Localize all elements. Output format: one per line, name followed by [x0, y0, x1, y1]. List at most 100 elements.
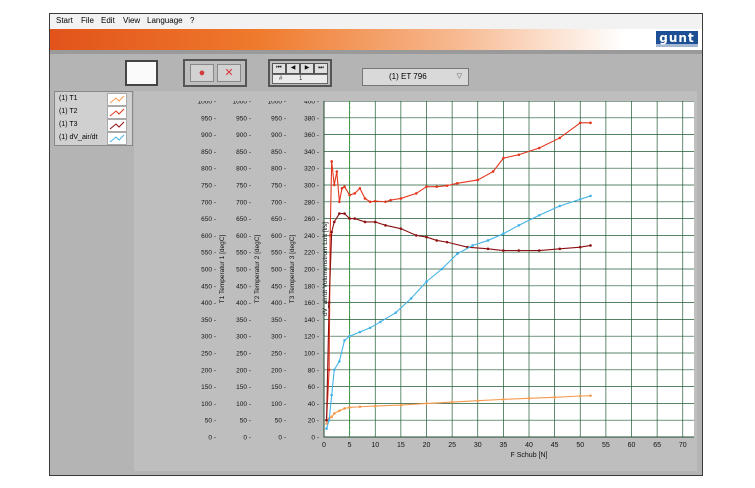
- data-point: [440, 267, 444, 271]
- data-point: [578, 197, 582, 201]
- next-icon: ▶: [304, 65, 310, 71]
- data-point: [399, 227, 403, 230]
- y-tick-label: 700 -: [271, 199, 286, 206]
- device-select[interactable]: (1) ET 796 ▽: [362, 68, 469, 86]
- data-point: [399, 197, 403, 200]
- legend-swatch-flow: [107, 132, 127, 145]
- last-record-button[interactable]: ⏭: [314, 63, 328, 74]
- record-hash-label: #: [279, 76, 283, 82]
- y-tick-label: 60 -: [308, 384, 319, 391]
- record-number: 1: [299, 76, 303, 82]
- y-tick-label: 0 -: [243, 435, 251, 442]
- legend-swatch-t3: [107, 119, 127, 132]
- next-record-button[interactable]: ▶: [300, 63, 314, 74]
- skip-first-icon: ⏮: [276, 65, 282, 71]
- legend-item-t1[interactable]: (1) T1: [59, 93, 131, 106]
- y-axis-label: T2 Temperatur 2 [degC]: [254, 235, 261, 304]
- y-tick-label: 100 -: [236, 401, 251, 408]
- menu-file[interactable]: File: [81, 16, 94, 25]
- y-tick-label: 300 -: [236, 334, 251, 341]
- y-tick-label: 600 -: [236, 233, 251, 240]
- menu-start[interactable]: Start: [56, 16, 73, 25]
- y-tick-label: 250 -: [201, 351, 216, 358]
- data-point: [491, 170, 495, 173]
- y-tick-label: 100 -: [201, 401, 216, 408]
- data-point: [338, 360, 341, 363]
- y-tick-label: 350 -: [236, 317, 251, 324]
- y-tick-label: 100 -: [271, 401, 286, 408]
- y-tick-label: 550 -: [236, 250, 251, 257]
- y-tick-label: 220 -: [304, 250, 319, 257]
- y-tick-label: 850 -: [201, 149, 216, 156]
- y-tick-label: 240 -: [304, 233, 319, 240]
- data-point: [340, 187, 344, 190]
- y-tick-label: 400 -: [236, 300, 251, 307]
- data-point: [327, 418, 331, 422]
- y-tick-label: 950 -: [236, 115, 251, 122]
- data-point: [389, 198, 392, 202]
- data-point: [338, 200, 341, 204]
- data-point: [486, 239, 490, 242]
- data-point: [435, 239, 439, 242]
- data-point: [414, 192, 418, 195]
- y-tick-label: 750 -: [236, 183, 251, 190]
- data-point: [558, 136, 562, 140]
- y-tick-label: 600 -: [201, 233, 216, 240]
- menu-help[interactable]: ?: [190, 16, 194, 25]
- legend-label: (1) dV_air/dt: [59, 134, 98, 141]
- x-tick-label: 55: [602, 442, 610, 449]
- data-point: [455, 182, 459, 185]
- data-point: [578, 245, 582, 249]
- x-tick-label: 70: [679, 442, 687, 449]
- data-point: [332, 220, 336, 224]
- x-tick-label: 30: [474, 442, 482, 449]
- data-point: [517, 224, 521, 227]
- menu-edit[interactable]: Edit: [101, 16, 115, 25]
- y-tick-label: 550 -: [271, 250, 286, 257]
- prev-record-button[interactable]: ◀: [286, 63, 300, 74]
- y-tick-label: 150 -: [236, 384, 251, 391]
- x-tick-label: 35: [499, 442, 507, 449]
- first-record-button[interactable]: ⏮: [272, 63, 286, 74]
- y-tick-label: 40 -: [308, 401, 319, 408]
- data-point: [348, 334, 351, 338]
- data-point: [373, 220, 377, 224]
- y-tick-label: 0 -: [278, 435, 286, 442]
- data-point: [425, 402, 428, 405]
- data-point: [348, 406, 351, 409]
- data-point: [330, 230, 333, 234]
- y-tick-label: 150 -: [271, 384, 286, 391]
- data-point: [502, 232, 505, 236]
- x-tick-label: 20: [423, 442, 431, 449]
- data-point: [325, 427, 328, 430]
- data-point: [358, 405, 362, 409]
- data-point: [445, 240, 449, 244]
- y-tick-label: 100 -: [304, 351, 319, 358]
- y-tick-label: 200 -: [304, 267, 319, 274]
- menu-view[interactable]: View: [123, 16, 140, 25]
- data-point: [476, 399, 480, 403]
- data-point: [363, 220, 367, 224]
- y-tick-label: 0 -: [208, 435, 216, 442]
- x-tick-label: 10: [371, 442, 379, 449]
- y-tick-label: 340 -: [304, 149, 319, 156]
- y-tick-label: 200 -: [236, 367, 251, 374]
- menu-language[interactable]: Language: [147, 16, 183, 25]
- data-point: [537, 249, 541, 252]
- record-number-field[interactable]: # 1: [272, 74, 328, 84]
- y-tick-label: 50 -: [275, 418, 286, 425]
- legend-item-t2[interactable]: (1) T2: [59, 106, 131, 119]
- y-tick-label: 150 -: [201, 384, 216, 391]
- prev-icon: ◀: [290, 65, 296, 71]
- cancel-button[interactable]: ✕: [217, 64, 241, 82]
- legend-item-flow[interactable]: (1) dV_air/dt: [59, 132, 131, 145]
- data-point: [399, 403, 403, 407]
- data-point: [527, 397, 531, 400]
- data-point: [589, 394, 592, 397]
- y-tick-label: 450 -: [201, 283, 216, 290]
- record-button[interactable]: ●: [190, 64, 214, 82]
- xy-chart[interactable]: 05101520253035404550556065707580F Schub …: [182, 101, 694, 461]
- y-tick-label: 320 -: [304, 166, 319, 173]
- y-tick-label: 120 -: [304, 334, 319, 341]
- legend-item-t3[interactable]: (1) T3: [59, 119, 131, 132]
